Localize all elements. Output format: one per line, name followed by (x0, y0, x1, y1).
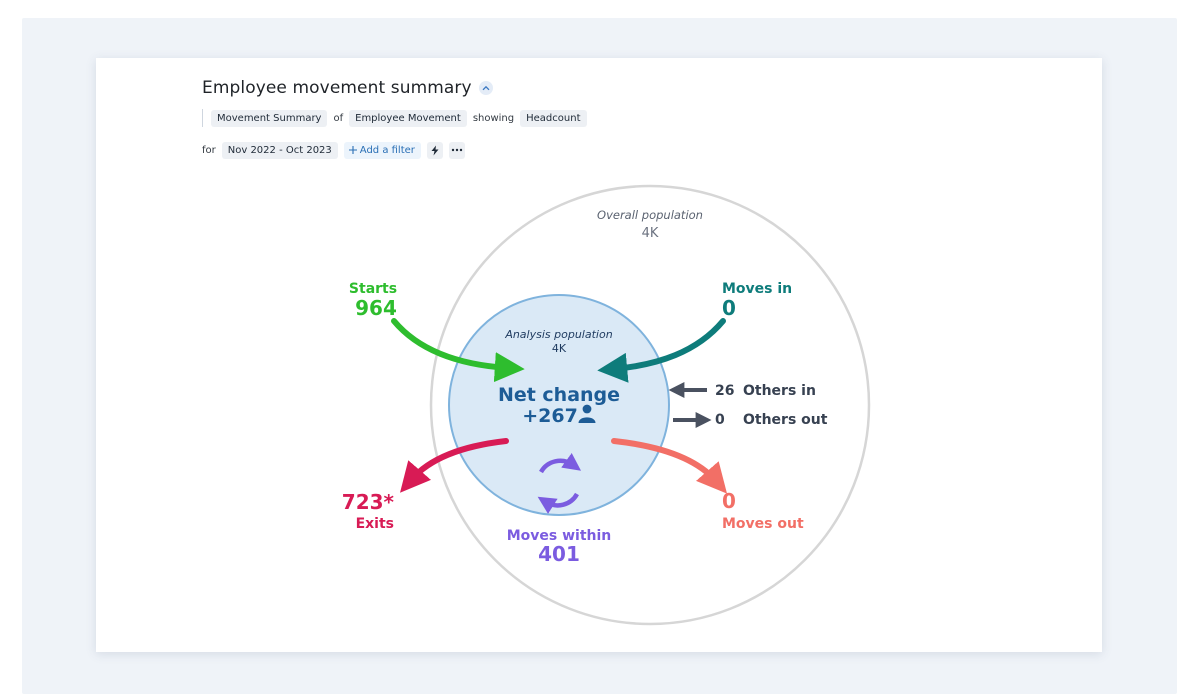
others-out-label: Others out (743, 412, 828, 428)
exits-label: Exits (356, 516, 394, 532)
moves-within-value: 401 (538, 542, 580, 566)
moves-out-value: 0 (722, 489, 736, 513)
moves-out-label: Moves out (722, 516, 804, 532)
starts-value: 964 (355, 296, 397, 320)
net-change-label: Net change (498, 384, 620, 406)
movement-diagram: Overall population 4K Analysis populatio… (342, 184, 871, 626)
overall-population-value: 4K (642, 226, 659, 241)
moves-in-value: 0 (722, 296, 736, 320)
net-change-value: +267 (522, 405, 578, 427)
starts-label: Starts (349, 281, 397, 297)
others-out-value: 0 (715, 412, 725, 428)
others-in-value: 26 (715, 383, 734, 399)
analysis-population-label: Analysis population (504, 328, 612, 341)
analysis-population-value: 4K (552, 342, 567, 355)
exits-value: 723* (342, 490, 395, 514)
others-in-label: Others in (743, 383, 816, 399)
moves-in-label: Moves in (722, 281, 792, 297)
overall-population-label: Overall population (597, 208, 703, 222)
